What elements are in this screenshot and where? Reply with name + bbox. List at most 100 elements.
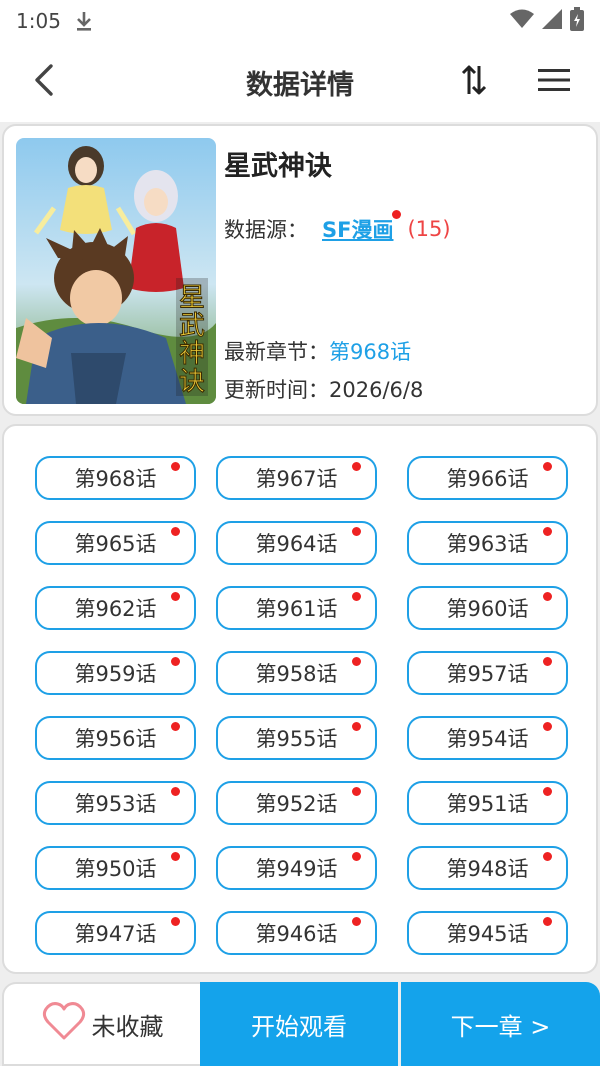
new-dot	[352, 592, 361, 601]
sort-arrows-icon	[461, 64, 487, 100]
chapter-button[interactable]: 第958话	[216, 651, 377, 695]
start-reading-button[interactable]: 开始观看	[200, 982, 398, 1066]
new-dot	[543, 657, 552, 666]
next-chapter-button[interactable]: 下一章 >	[401, 982, 600, 1066]
chapter-button[interactable]: 第950话	[35, 846, 196, 890]
new-dot	[171, 852, 180, 861]
new-dot	[543, 527, 552, 536]
new-dot	[352, 657, 361, 666]
chapter-button[interactable]: 第957话	[407, 651, 568, 695]
page-title: 数据详情	[246, 69, 354, 101]
new-dot	[171, 527, 180, 536]
chapter-label: 第960话	[446, 597, 529, 621]
comic-title: 星武神诀	[224, 151, 332, 182]
sort-button[interactable]	[452, 62, 496, 102]
chapter-label: 第955话	[255, 727, 338, 751]
chapter-grid: 第968话 第967话 第966话第965话 第964话 第963话第962话 第961话…	[4, 426, 596, 972]
status-indicators	[510, 7, 584, 35]
chapter-label: 第949话	[255, 857, 338, 881]
chapter-label: 第947话	[74, 922, 157, 946]
chapter-button[interactable]: 第951话	[407, 781, 568, 825]
new-dot	[171, 462, 180, 471]
comic-cover-image: 星 武 神 诀	[16, 138, 216, 404]
svg-text:武: 武	[179, 311, 205, 341]
chapter-label: 第957话	[446, 662, 529, 686]
chapter-label: 第959话	[74, 662, 157, 686]
latest-chapter-link[interactable]: 第968话	[329, 340, 411, 364]
chapter-button[interactable]: 第945话	[407, 911, 568, 955]
new-dot	[352, 917, 361, 926]
heart-outline-icon	[42, 1001, 86, 1047]
chapter-label: 第968话	[74, 467, 157, 491]
status-bar: 1:05	[0, 0, 600, 42]
chapter-button[interactable]: 第967话	[216, 456, 377, 500]
chapter-label: 第966话	[446, 467, 529, 491]
chapter-button[interactable]: 第954话	[407, 716, 568, 760]
chapter-button[interactable]: 第966话	[407, 456, 568, 500]
svg-text:神: 神	[179, 339, 205, 369]
comic-info-card: 星 武 神 诀 星武神诀 数据源： SF漫画 (15) 最新章节：第968话 更…	[2, 124, 598, 416]
chapter-button[interactable]: 第949话	[216, 846, 377, 890]
chapter-label: 第956话	[74, 727, 157, 751]
svg-text:诀: 诀	[179, 367, 205, 397]
new-dot	[543, 462, 552, 471]
bottom-action-bar: 未收藏 开始观看 下一章 >	[0, 982, 600, 1066]
chapter-list-card: 第968话 第967话 第966话第965话 第964话 第963话第962话 第961话…	[2, 424, 598, 974]
chapter-button[interactable]: 第946话	[216, 911, 377, 955]
new-dot	[392, 210, 402, 219]
chapter-button[interactable]: 第962话	[35, 586, 196, 630]
source-name: SF漫画	[322, 218, 394, 242]
update-label: 更新时间：	[224, 378, 329, 402]
chapter-label: 第965话	[74, 532, 157, 556]
latest-chapter-row: 最新章节：第968话	[224, 336, 411, 366]
chapter-button[interactable]: 第960话	[407, 586, 568, 630]
new-dot	[543, 722, 552, 731]
chapter-button[interactable]: 第947话	[35, 911, 196, 955]
svg-text:星: 星	[179, 283, 205, 313]
favorite-button[interactable]: 未收藏	[2, 982, 201, 1066]
chapter-label: 第964话	[255, 532, 338, 556]
new-dot	[543, 787, 552, 796]
chapter-button[interactable]: 第963话	[407, 521, 568, 565]
app-bar: 数据详情	[0, 42, 600, 122]
update-time: 2026/6/8	[329, 378, 424, 402]
signal-icon	[542, 9, 562, 33]
chapter-button[interactable]: 第968话	[35, 456, 196, 500]
chapter-button[interactable]: 第956话	[35, 716, 196, 760]
chapter-button[interactable]: 第952话	[216, 781, 377, 825]
new-dot	[171, 787, 180, 796]
latest-label: 最新章节：	[224, 340, 329, 364]
hamburger-menu-icon	[538, 68, 570, 96]
battery-icon	[570, 7, 584, 35]
chapter-label: 第948话	[446, 857, 529, 881]
chapter-button[interactable]: 第965话	[35, 521, 196, 565]
chapter-label: 第952话	[255, 792, 338, 816]
new-dot	[352, 462, 361, 471]
chapter-button[interactable]: 第959话	[35, 651, 196, 695]
chapter-label: 第954话	[446, 727, 529, 751]
new-dot	[171, 592, 180, 601]
new-dot	[352, 852, 361, 861]
new-dot	[171, 917, 180, 926]
new-dot	[543, 592, 552, 601]
chapter-button[interactable]: 第964话	[216, 521, 377, 565]
chapter-label: 第961话	[255, 597, 338, 621]
wifi-icon	[510, 9, 534, 33]
chapter-button[interactable]: 第948话	[407, 846, 568, 890]
download-icon	[75, 10, 93, 32]
chapter-label: 第958话	[255, 662, 338, 686]
chapter-label: 第951话	[446, 792, 529, 816]
new-dot	[543, 852, 552, 861]
source-count: (15)	[407, 217, 451, 241]
chapter-label: 第963话	[446, 532, 529, 556]
new-dot	[171, 722, 180, 731]
new-dot	[352, 787, 361, 796]
source-link[interactable]: SF漫画	[322, 210, 402, 244]
chapter-button[interactable]: 第953话	[35, 781, 196, 825]
chapter-button[interactable]: 第955话	[216, 716, 377, 760]
chapter-button[interactable]: 第961话	[216, 586, 377, 630]
menu-button[interactable]	[530, 62, 578, 102]
status-time: 1:05	[16, 9, 61, 33]
new-dot	[543, 917, 552, 926]
chapter-label: 第962话	[74, 597, 157, 621]
